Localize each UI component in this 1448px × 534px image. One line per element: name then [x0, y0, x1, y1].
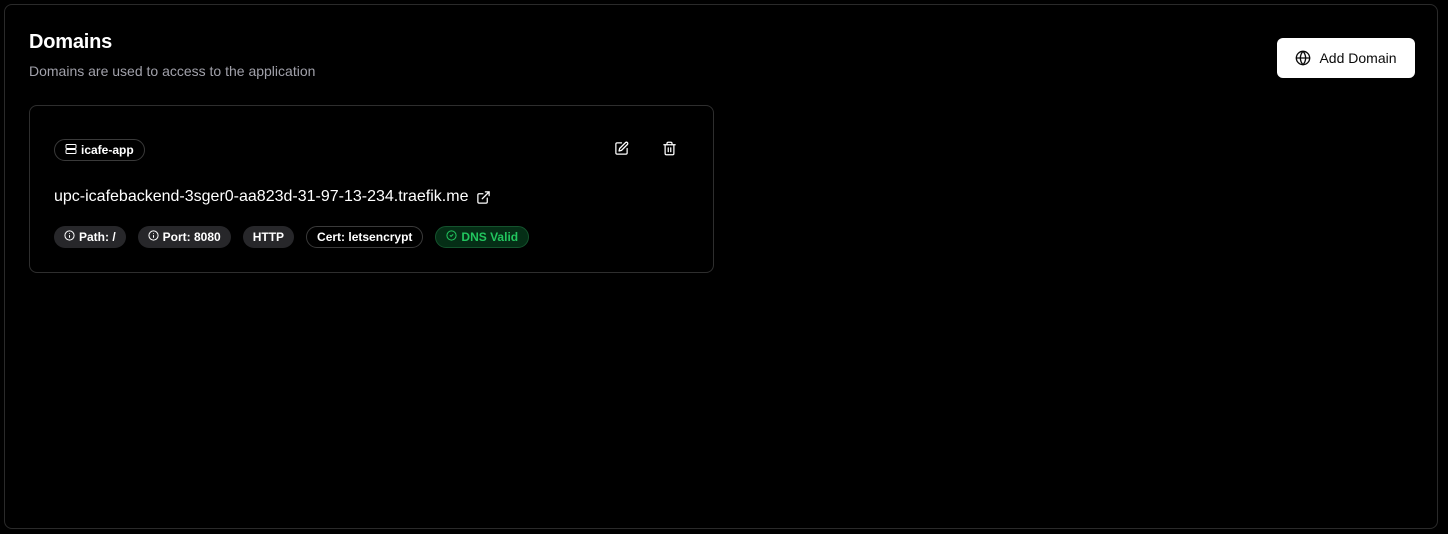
edit-domain-button[interactable]	[609, 138, 633, 162]
page-subtitle: Domains are used to access to the applic…	[29, 63, 316, 79]
check-circle-icon	[446, 230, 458, 244]
server-icon	[65, 143, 77, 158]
add-domain-label: Add Domain	[1319, 50, 1397, 66]
cert-badge: Cert: letsencrypt	[306, 226, 424, 248]
path-label: Path: /	[79, 230, 116, 244]
service-badge: icafe-app	[54, 139, 145, 161]
protocol-badge: HTTP	[242, 226, 295, 248]
page-title: Domains	[29, 31, 113, 53]
dns-status-badge: DNS Valid	[435, 226, 530, 248]
port-label: Port: 8080	[162, 230, 221, 244]
domains-panel: Domains Domains are used to access to th…	[4, 4, 1438, 529]
trash-icon	[662, 141, 677, 159]
add-domain-button[interactable]: Add Domain	[1277, 38, 1415, 78]
protocol-label: HTTP	[252, 230, 285, 244]
cert-label: Cert: letsencrypt	[317, 230, 413, 244]
dns-status-label: DNS Valid	[461, 230, 519, 244]
delete-domain-button[interactable]	[657, 138, 681, 162]
edit-icon	[614, 141, 629, 159]
info-icon	[148, 230, 159, 244]
info-icon	[64, 230, 75, 244]
domain-row: upc-icafebackend-3sger0-aa823d-31-97-13-…	[54, 188, 491, 206]
domain-host-link[interactable]: upc-icafebackend-3sger0-aa823d-31-97-13-…	[54, 188, 468, 206]
domain-tags: Path: / Port: 8080 HTTP Cert: letsencryp…	[54, 226, 530, 248]
globe-icon	[1295, 50, 1311, 66]
external-link-icon[interactable]	[476, 190, 491, 205]
service-name: icafe-app	[81, 143, 134, 157]
domain-card: icafe-app upc-icafebackend-3sger0-aa823d…	[29, 105, 714, 273]
port-badge: Port: 8080	[137, 226, 231, 248]
path-badge: Path: /	[54, 226, 126, 248]
